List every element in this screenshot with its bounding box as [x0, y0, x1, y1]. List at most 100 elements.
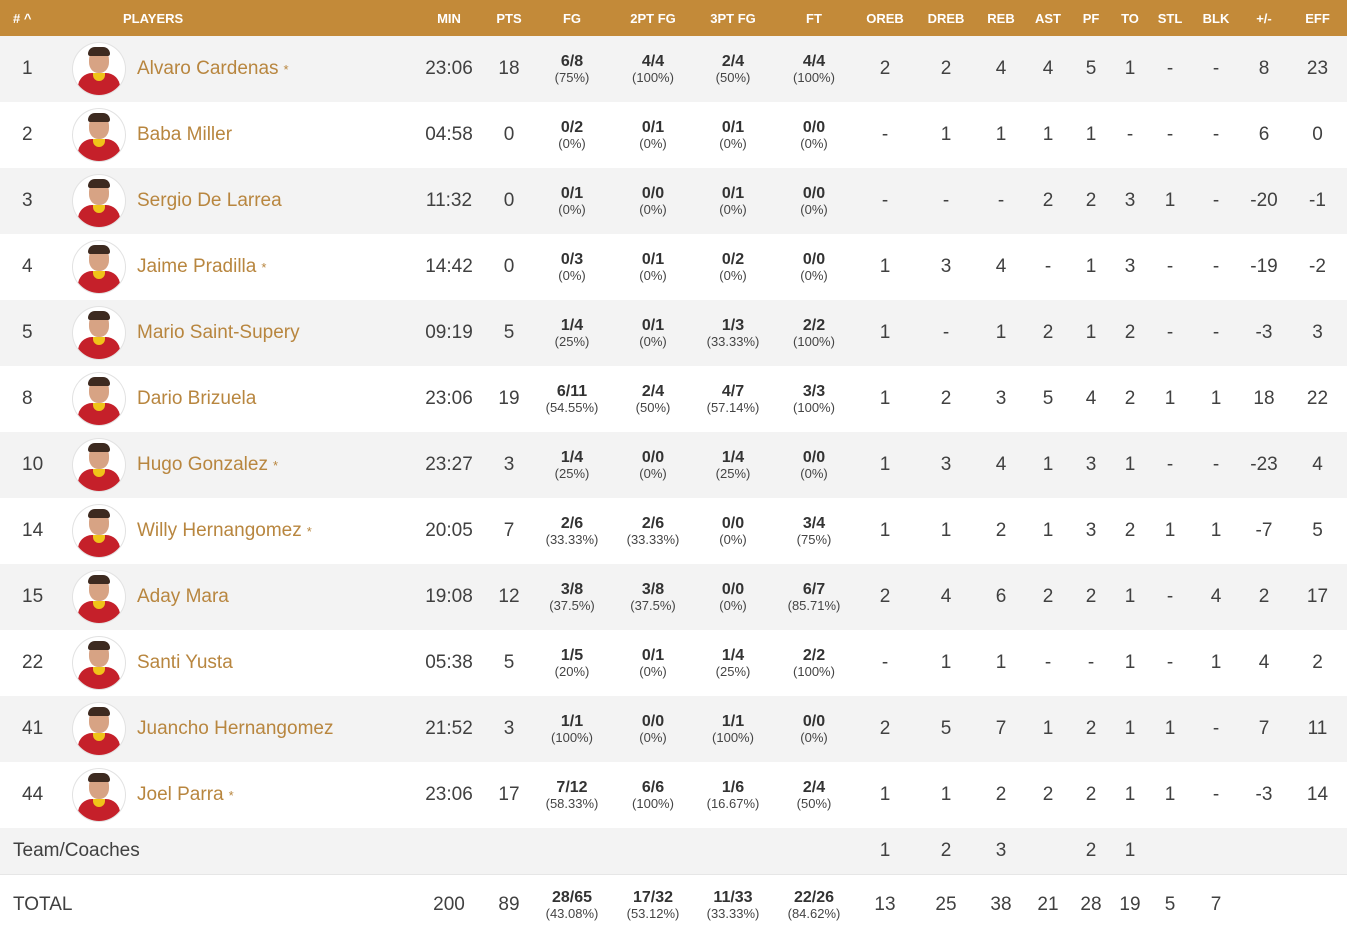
- player-reb: 2: [995, 520, 1007, 541]
- header-reb[interactable]: REB: [976, 0, 1026, 36]
- player-cell: Aday Mara: [46, 564, 410, 630]
- player-fg-made: 1/4: [560, 449, 584, 466]
- player-fg-pct: (25%): [554, 334, 590, 349]
- header-eff[interactable]: EFF: [1288, 0, 1347, 36]
- team-pf: 2: [1085, 839, 1097, 861]
- total-fg-pct: (43.08%): [545, 906, 599, 922]
- player-photo-icon[interactable]: [73, 373, 125, 425]
- player-photo-icon[interactable]: [73, 241, 125, 293]
- player-blk: -: [1212, 784, 1220, 805]
- header-to[interactable]: TO: [1112, 0, 1148, 36]
- total-to: 19: [1119, 894, 1141, 916]
- player-photo-icon[interactable]: [73, 109, 125, 161]
- player-blk: -: [1212, 58, 1220, 79]
- player-name-link[interactable]: Santi Yusta: [137, 652, 233, 674]
- player-photo-icon[interactable]: [73, 571, 125, 623]
- player-pf: 1: [1085, 322, 1097, 343]
- player-min: 09:19: [425, 322, 473, 343]
- player-ft: 3/3 (100%): [774, 366, 854, 432]
- player-photo-icon[interactable]: [73, 439, 125, 491]
- header-pf[interactable]: PF: [1070, 0, 1112, 36]
- player-eff: 0: [1312, 124, 1323, 145]
- player-number: 41: [22, 718, 44, 739]
- header-players[interactable]: PLAYERS: [46, 0, 410, 36]
- player-eff: -2: [1309, 256, 1326, 277]
- header-num-sort[interactable]: # ^: [0, 0, 46, 36]
- player-name-link[interactable]: Mario Saint-Supery: [137, 322, 300, 344]
- player-ft: 6/7 (85.71%): [774, 564, 854, 630]
- player-cell: Joel Parra *: [46, 762, 410, 828]
- player-number: 8: [22, 388, 33, 409]
- player-fg2: 0/0 (0%): [614, 432, 692, 498]
- player-ft: 2/4 (50%): [774, 762, 854, 828]
- player-eff: 5: [1312, 520, 1323, 541]
- player-fg: 0/1 (0%): [530, 168, 614, 234]
- player-pm: 4: [1258, 652, 1270, 673]
- player-fg-pct: (0%): [558, 268, 586, 283]
- total-pf: 28: [1080, 894, 1102, 916]
- player-ft-pct: (0%): [800, 730, 828, 745]
- player-ft-made: 4/4: [802, 53, 826, 70]
- player-pm: 7: [1258, 718, 1270, 739]
- player-pf: 1: [1085, 256, 1097, 277]
- player-name-link[interactable]: Baba Miller: [137, 124, 232, 146]
- header-fg[interactable]: FG: [530, 0, 614, 36]
- player-min: 05:38: [425, 652, 473, 673]
- player-fg2-pct: (100%): [632, 70, 674, 85]
- player-name-link[interactable]: Dario Brizuela: [137, 388, 256, 410]
- player-number: 10: [22, 454, 44, 475]
- header-min[interactable]: MIN: [410, 0, 488, 36]
- player-name-link[interactable]: Hugo Gonzalez: [137, 454, 268, 476]
- player-ft-made: 0/0: [802, 185, 826, 202]
- header-plus-minus[interactable]: +/-: [1240, 0, 1288, 36]
- player-fg-made: 3/8: [560, 581, 584, 598]
- header-oreb[interactable]: OREB: [854, 0, 916, 36]
- starter-marker: *: [272, 457, 279, 473]
- header-row: # ^ PLAYERS MIN PTS FG 2PT FG 3PT FG FT …: [0, 0, 1347, 36]
- player-name-link[interactable]: Aday Mara: [137, 586, 229, 608]
- player-fg-pct: (75%): [554, 70, 590, 85]
- player-name-link[interactable]: Alvaro Cardenas: [137, 58, 279, 80]
- player-fg: 6/11 (54.55%): [530, 366, 614, 432]
- team-reb: 3: [995, 839, 1007, 861]
- header-ft[interactable]: FT: [774, 0, 854, 36]
- player-fg3-pct: (33.33%): [706, 334, 760, 349]
- player-name-link[interactable]: Willy Hernangomez: [137, 520, 302, 542]
- player-photo-icon[interactable]: [73, 307, 125, 359]
- header-stl[interactable]: STL: [1148, 0, 1192, 36]
- player-name-link[interactable]: Juancho Hernangomez: [137, 718, 333, 740]
- player-photo-icon[interactable]: [73, 637, 125, 689]
- player-blk: -: [1212, 454, 1220, 475]
- header-blk[interactable]: BLK: [1192, 0, 1240, 36]
- player-photo-icon[interactable]: [73, 769, 125, 821]
- player-fg-pct: (20%): [554, 664, 590, 679]
- header-ast[interactable]: AST: [1026, 0, 1070, 36]
- player-fg2-pct: (50%): [635, 400, 671, 415]
- player-name-link[interactable]: Joel Parra: [137, 784, 224, 806]
- starter-marker: *: [283, 61, 289, 77]
- header-dreb[interactable]: DREB: [916, 0, 976, 36]
- player-name-link[interactable]: Jaime Pradilla: [137, 256, 256, 278]
- player-name-link[interactable]: Sergio De Larrea: [137, 190, 282, 212]
- player-pf: 3: [1085, 520, 1097, 541]
- header-fg3[interactable]: 3PT FG: [692, 0, 774, 36]
- header-fg2[interactable]: 2PT FG: [614, 0, 692, 36]
- player-photo-icon[interactable]: [73, 175, 125, 227]
- header-pts[interactable]: PTS: [488, 0, 530, 36]
- player-to: 1: [1124, 784, 1136, 805]
- player-number: 44: [22, 784, 44, 805]
- player-photo-icon[interactable]: [73, 703, 125, 755]
- player-ft-made: 0/0: [802, 713, 826, 730]
- player-cell: Mario Saint-Supery: [46, 300, 410, 366]
- team-dreb: 2: [940, 839, 952, 861]
- player-photo-icon[interactable]: [73, 505, 125, 557]
- player-fg2-pct: (0%): [639, 136, 667, 151]
- player-number: 14: [22, 520, 44, 541]
- player-eff: 14: [1306, 784, 1329, 805]
- player-fg2-made: 0/1: [641, 317, 665, 334]
- player-photo-icon[interactable]: [73, 43, 125, 95]
- player-fg3: 1/6 (16.67%): [692, 762, 774, 828]
- starter-marker: *: [306, 523, 312, 539]
- table-row: 4 Jaime Pradilla * 14:42 0 0/3 (0%) 0/1 (0%) 0/2(…: [0, 234, 1347, 300]
- player-fg-pct: (0%): [558, 136, 586, 151]
